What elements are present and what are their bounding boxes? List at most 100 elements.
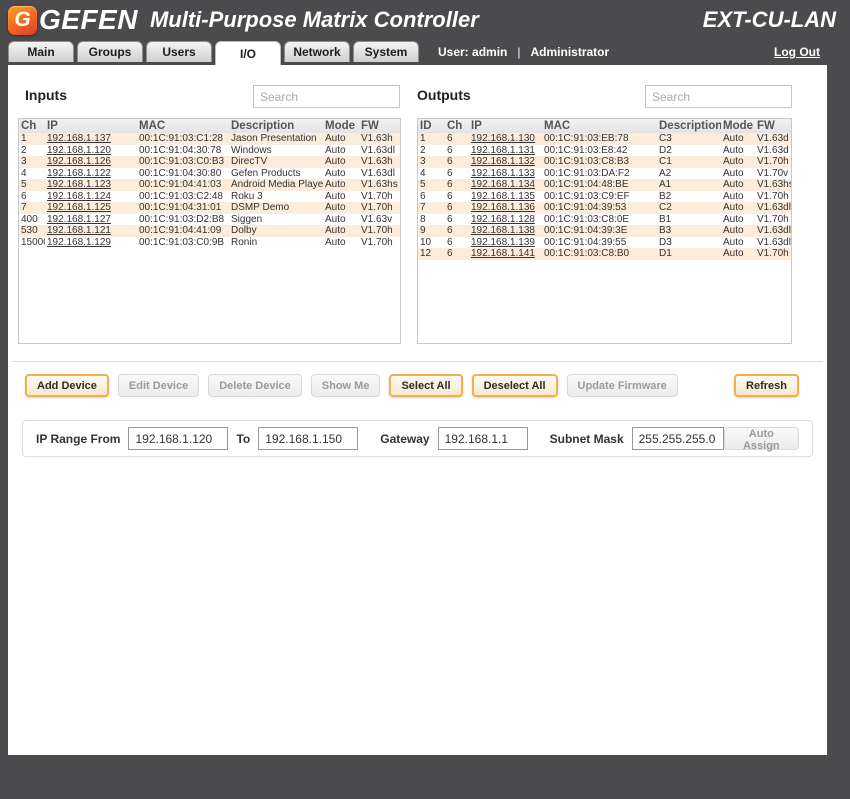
tab-users[interactable]: Users <box>146 41 212 62</box>
subnet-mask-input[interactable] <box>632 427 724 450</box>
table-row[interactable]: 400192.168.1.12700:1C:91:03:D2:B8SiggenA… <box>19 214 400 226</box>
user-label: User: admin <box>438 45 507 59</box>
device-ip-link[interactable]: 192.168.1.128 <box>471 214 535 225</box>
table-row[interactable]: 2192.168.1.12000:1C:91:04:30:78WindowsAu… <box>19 145 400 157</box>
table-row[interactable]: 4192.168.1.12200:1C:91:04:30:80Gefen Pro… <box>19 168 400 180</box>
outputs-table: ID Ch IP MAC Description Mode FW 16192.1… <box>418 119 791 260</box>
table-row[interactable]: 46192.168.1.13300:1C:91:03:DA:F2A2AutoV1… <box>418 168 791 180</box>
deselect-all-button[interactable]: Deselect All <box>472 374 558 397</box>
cell-fw: V1.63dl <box>755 225 791 237</box>
device-ip-link[interactable]: 192.168.1.132 <box>471 156 535 167</box>
device-ip-link[interactable]: 192.168.1.141 <box>471 248 535 259</box>
cell-id: 4 <box>418 168 445 180</box>
cell-fw: V1.70h <box>755 156 791 168</box>
device-ip-link[interactable]: 192.168.1.138 <box>471 225 535 236</box>
outputs-table-panel: ID Ch IP MAC Description Mode FW 16192.1… <box>417 118 792 344</box>
logout-link[interactable]: Log Out <box>774 45 820 59</box>
tab-groups[interactable]: Groups <box>77 41 143 62</box>
gateway-input[interactable] <box>438 427 528 450</box>
cell-mac: 00:1C:91:03:C0:9B <box>137 237 229 249</box>
cell-ch: 6 <box>445 237 469 249</box>
refresh-button[interactable]: Refresh <box>734 374 799 397</box>
device-ip-link[interactable]: 192.168.1.134 <box>471 179 535 190</box>
cell-ip: 192.168.1.129 <box>45 237 137 249</box>
table-row[interactable]: 1192.168.1.13700:1C:91:03:C1:28Jason Pre… <box>19 133 400 145</box>
table-row[interactable]: 106192.168.1.13900:1C:91:04:39:55D3AutoV… <box>418 237 791 249</box>
add-device-button[interactable]: Add Device <box>25 374 109 397</box>
cell-description: D2 <box>657 145 721 157</box>
table-row[interactable]: 86192.168.1.12800:1C:91:03:C8:0EB1AutoV1… <box>418 214 791 226</box>
content-panel: Inputs Outputs Ch IP MAC Description Mod… <box>8 65 827 755</box>
col-header-description: Description <box>657 119 721 133</box>
table-row[interactable]: 15000192.168.1.12900:1C:91:03:C0:9BRonin… <box>19 237 400 249</box>
toolbar-divider <box>12 361 823 362</box>
cell-fw: V1.63dl <box>359 168 400 180</box>
table-row[interactable]: 76192.168.1.13600:1C:91:04:39:53C2AutoV1… <box>418 202 791 214</box>
table-row[interactable]: 530192.168.1.12100:1C:91:04:41:09DolbyAu… <box>19 225 400 237</box>
col-header-id: ID <box>418 119 445 133</box>
cell-description: Gefen Products <box>229 168 323 180</box>
ip-range-from-input[interactable] <box>128 427 228 450</box>
cell-fw: V1.70h <box>359 225 400 237</box>
cell-ch: 3 <box>19 156 45 168</box>
table-row[interactable]: 126192.168.1.14100:1C:91:03:C8:B0D1AutoV… <box>418 248 791 260</box>
cell-description: Roku 3 <box>229 191 323 203</box>
device-ip-link[interactable]: 192.168.1.122 <box>47 168 111 179</box>
cell-mode: Auto <box>323 156 359 168</box>
cell-ip: 192.168.1.124 <box>45 191 137 203</box>
table-row[interactable]: 16192.168.1.13000:1C:91:03:EB:78C3AutoV1… <box>418 133 791 145</box>
cell-id: 8 <box>418 214 445 226</box>
cell-ch: 6 <box>445 179 469 191</box>
table-row[interactable]: 56192.168.1.13400:1C:91:04:48:BEA1AutoV1… <box>418 179 791 191</box>
cell-id: 2 <box>418 145 445 157</box>
device-ip-link[interactable]: 192.168.1.135 <box>471 191 535 202</box>
device-ip-link[interactable]: 192.168.1.136 <box>471 202 535 213</box>
outputs-section-title: Outputs <box>417 87 471 103</box>
device-ip-link[interactable]: 192.168.1.129 <box>47 237 111 248</box>
table-row[interactable]: 96192.168.1.13800:1C:91:04:39:3EB3AutoV1… <box>418 225 791 237</box>
select-all-button[interactable]: Select All <box>389 374 462 397</box>
device-ip-link[interactable]: 192.168.1.130 <box>471 133 535 144</box>
tab-main[interactable]: Main <box>8 41 74 62</box>
user-role: Administrator <box>530 45 609 59</box>
outputs-header-row: ID Ch IP MAC Description Mode FW <box>418 119 791 133</box>
device-ip-link[interactable]: 192.168.1.123 <box>47 179 111 190</box>
ip-range-to-input[interactable] <box>258 427 358 450</box>
cell-fw: V1.70v <box>755 168 791 180</box>
cell-ip: 192.168.1.136 <box>469 202 542 214</box>
auto-assign-button: Auto Assign <box>724 427 799 450</box>
cell-fw: V1.63dl <box>359 145 400 157</box>
edit-device-button: Edit Device <box>118 374 199 397</box>
device-ip-link[interactable]: 192.168.1.124 <box>47 191 111 202</box>
inputs-section-title: Inputs <box>25 87 67 103</box>
device-ip-link[interactable]: 192.168.1.137 <box>47 133 111 144</box>
table-row[interactable]: 3192.168.1.12600:1C:91:03:C0:B3DirecTVAu… <box>19 156 400 168</box>
device-ip-link[interactable]: 192.168.1.125 <box>47 202 111 213</box>
device-ip-link[interactable]: 192.168.1.131 <box>471 145 535 156</box>
col-header-ch: Ch <box>445 119 469 133</box>
cell-fw: V1.70h <box>359 237 400 249</box>
tab-io[interactable]: I/O <box>215 41 281 65</box>
outputs-search-input[interactable] <box>645 85 792 108</box>
cell-mac: 00:1C:91:03:C8:B3 <box>542 156 657 168</box>
cell-ch: 4 <box>19 168 45 180</box>
cell-ip: 192.168.1.128 <box>469 214 542 226</box>
inputs-search-input[interactable] <box>253 85 400 108</box>
device-ip-link[interactable]: 192.168.1.139 <box>471 237 535 248</box>
device-ip-link[interactable]: 192.168.1.133 <box>471 168 535 179</box>
tab-network[interactable]: Network <box>284 41 350 62</box>
device-ip-link[interactable]: 192.168.1.120 <box>47 145 111 156</box>
table-row[interactable]: 7192.168.1.12500:1C:91:04:31:01DSMP Demo… <box>19 202 400 214</box>
table-row[interactable]: 26192.168.1.13100:1C:91:03:E8:42D2AutoV1… <box>418 145 791 157</box>
table-row[interactable]: 66192.168.1.13500:1C:91:03:C9:EFB2AutoV1… <box>418 191 791 203</box>
table-row[interactable]: 5192.168.1.12300:1C:91:04:41:03Android M… <box>19 179 400 191</box>
device-ip-link[interactable]: 192.168.1.127 <box>47 214 111 225</box>
cell-ch: 5 <box>19 179 45 191</box>
table-row[interactable]: 36192.168.1.13200:1C:91:03:C8:B3C1AutoV1… <box>418 156 791 168</box>
tab-system[interactable]: System <box>353 41 419 62</box>
col-header-ch: Ch <box>19 119 45 133</box>
device-ip-link[interactable]: 192.168.1.126 <box>47 156 111 167</box>
device-ip-link[interactable]: 192.168.1.121 <box>47 225 111 236</box>
cell-mac: 00:1C:91:03:E8:42 <box>542 145 657 157</box>
table-row[interactable]: 6192.168.1.12400:1C:91:03:C2:48Roku 3Aut… <box>19 191 400 203</box>
